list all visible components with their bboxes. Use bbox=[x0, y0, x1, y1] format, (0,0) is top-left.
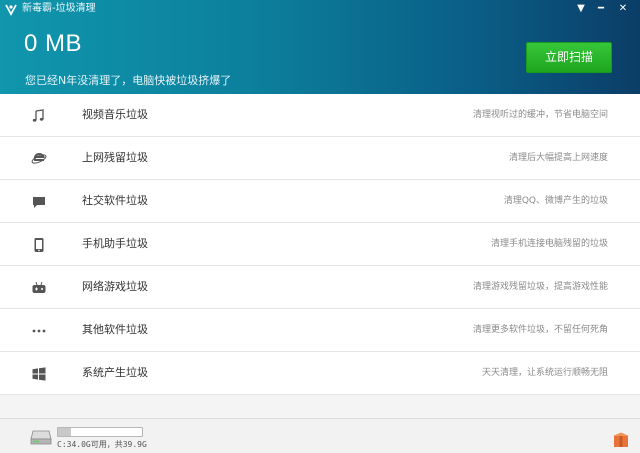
close-button[interactable]: ✕ bbox=[614, 2, 632, 16]
category-description: 清理更多软件垃圾，不留任何死角 bbox=[472, 325, 608, 335]
duba-logo-icon bbox=[5, 4, 17, 16]
category-row-internet[interactable]: 上网残留垃圾 清理后大幅提高上网速度 bbox=[0, 137, 640, 180]
category-row-system[interactable]: 系统产生垃圾 天天清理，让系统运行顺畅无阻 bbox=[0, 352, 640, 395]
category-name: 上网残留垃圾 bbox=[82, 151, 148, 164]
minimize-button[interactable]: ━ bbox=[592, 2, 610, 16]
game-controller-icon bbox=[32, 281, 46, 293]
ie-browser-icon bbox=[31, 153, 47, 164]
category-name: 社交软件垃圾 bbox=[82, 194, 148, 207]
toolbox-icon[interactable] bbox=[612, 431, 630, 449]
menu-dropdown-icon[interactable]: ▼ bbox=[572, 2, 590, 16]
title-bar: 新毒霸-垃圾清理 ▼ ━ ✕ bbox=[0, 0, 640, 18]
category-name: 视频音乐垃圾 bbox=[82, 108, 148, 121]
category-name: 系统产生垃圾 bbox=[82, 366, 148, 379]
scan-now-button[interactable]: 立即扫描 bbox=[526, 42, 612, 73]
disk-space-label: C:34.0G可用，共39.9G bbox=[57, 440, 147, 449]
category-description: 清理视听过的缓冲，节省电脑空间 bbox=[472, 110, 608, 120]
disk-usage-fill bbox=[58, 428, 71, 436]
category-description: 清理QQ、微博产生的垃圾 bbox=[503, 196, 608, 206]
category-name: 网络游戏垃圾 bbox=[82, 280, 148, 293]
status-message: 您已经N年没清理了，电脑快被垃圾挤爆了 bbox=[25, 74, 232, 87]
more-dots-icon bbox=[32, 329, 46, 333]
windows-logo-icon bbox=[32, 367, 46, 381]
status-footer: C:34.0G可用，共39.9G bbox=[0, 418, 640, 453]
category-description: 天天清理，让系统运行顺畅无阻 bbox=[481, 368, 608, 378]
category-row-phone[interactable]: 手机助手垃圾 清理手机连接电脑残留的垃圾 bbox=[0, 223, 640, 266]
music-note-icon bbox=[32, 109, 44, 122]
header-banner: 新毒霸-垃圾清理 ▼ ━ ✕ 0 MB 您已经N年没清理了，电脑快被垃圾挤爆了 … bbox=[0, 0, 640, 94]
junk-category-list: 视频音乐垃圾 清理视听过的缓冲，节省电脑空间 上网残留垃圾 清理后大幅提高上网速… bbox=[0, 94, 640, 395]
chat-bubble-icon bbox=[33, 197, 45, 208]
category-description: 清理后大幅提高上网速度 bbox=[508, 153, 608, 163]
category-row-games[interactable]: 网络游戏垃圾 清理游戏残留垃圾，提高游戏性能 bbox=[0, 266, 640, 309]
category-name: 手机助手垃圾 bbox=[82, 237, 148, 250]
category-description: 清理游戏残留垃圾，提高游戏性能 bbox=[472, 282, 608, 292]
category-description: 清理手机连接电脑残留的垃圾 bbox=[490, 239, 608, 249]
hard-disk-icon bbox=[30, 430, 52, 445]
app-window: 新毒霸-垃圾清理 ▼ ━ ✕ 0 MB 您已经N年没清理了，电脑快被垃圾挤爆了 … bbox=[0, 0, 640, 453]
junk-size-value: 0 MB bbox=[24, 30, 83, 57]
window-title: 新毒霸-垃圾清理 bbox=[22, 3, 96, 14]
category-row-social[interactable]: 社交软件垃圾 清理QQ、微博产生的垃圾 bbox=[0, 180, 640, 223]
category-name: 其他软件垃圾 bbox=[82, 323, 148, 336]
disk-usage-bar bbox=[57, 427, 143, 437]
category-row-video-music[interactable]: 视频音乐垃圾 清理视听过的缓冲，节省电脑空间 bbox=[0, 94, 640, 137]
phone-icon bbox=[34, 238, 44, 252]
category-row-other[interactable]: 其他软件垃圾 清理更多软件垃圾，不留任何死角 bbox=[0, 309, 640, 352]
